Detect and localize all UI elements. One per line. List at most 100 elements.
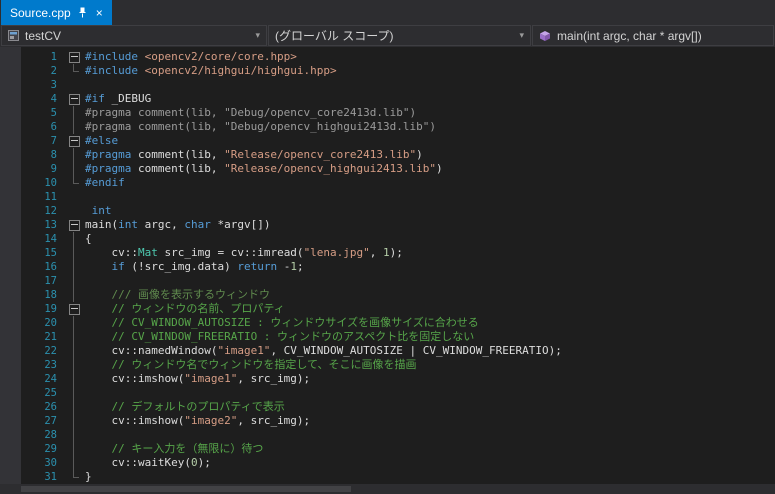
- code-text: // ウィンドウ名でウィンドウを指定して、そこに画像を描画: [85, 358, 417, 371]
- code-text: #else: [85, 134, 119, 147]
- close-icon[interactable]: ×: [94, 7, 105, 19]
- line-number: 6: [50, 121, 57, 133]
- fold-guide: [66, 400, 83, 414]
- code-text: // CV_WINDOW_FREERATIO : ウィンドウのアスペクト比を固定…: [85, 330, 475, 343]
- code-text: // CV_WINDOW_AUTOSIZE : ウィンドウサイズを画像サイズに合…: [85, 316, 479, 329]
- line-number: 30: [44, 457, 57, 469]
- line-number: 3: [50, 79, 57, 91]
- code-line-10[interactable]: 10 #endif: [21, 176, 775, 190]
- fold-guide: [66, 344, 83, 358]
- code-line-14[interactable]: 14 {: [21, 232, 775, 246]
- line-number: 14: [44, 233, 57, 245]
- code-line-28[interactable]: 28: [21, 428, 775, 442]
- pin-icon[interactable]: [78, 7, 87, 18]
- code-line-19[interactable]: 19 // ウィンドウの名前、プロパティ: [21, 302, 775, 316]
- code-line-3[interactable]: 3: [21, 78, 775, 92]
- code-line-12[interactable]: 12 int: [21, 204, 775, 218]
- code-line-22[interactable]: 22 cv::namedWindow("image1", CV_WINDOW_A…: [21, 344, 775, 358]
- code-line-5[interactable]: 5 #pragma comment(lib, "Debug/opencv_core…: [21, 106, 775, 120]
- scope-dropdown[interactable]: (グローバル スコープ) ▾: [268, 25, 531, 46]
- fold-guide: [66, 358, 83, 372]
- chevron-down-icon: ▾: [255, 30, 260, 40]
- fold-collapse-icon[interactable]: [66, 218, 83, 232]
- code-line-2[interactable]: 2 #include <opencv2/highgui/highgui.hpp>: [21, 64, 775, 78]
- code-text: cv::imshow("image2", src_img);: [85, 414, 311, 427]
- code-line-1[interactable]: 1 #include <opencv2/core/core.hpp>: [21, 50, 775, 64]
- code-line-13[interactable]: 13 main(int argc, char *argv[]): [21, 218, 775, 232]
- line-number: 31: [44, 471, 57, 483]
- fold-gutter: [66, 78, 83, 92]
- code-text: // デフォルトのプロパティで表示: [85, 400, 285, 413]
- scrollbar-thumb[interactable]: [21, 486, 351, 492]
- code-line-15[interactable]: 15 cv::Mat src_img = cv::imread("lena.jp…: [21, 246, 775, 260]
- line-number: 4: [50, 93, 57, 105]
- code-line-8[interactable]: 8 #pragma comment(lib, "Release/opencv_co…: [21, 148, 775, 162]
- line-number: 11: [44, 191, 57, 203]
- code-line-31[interactable]: 31}: [21, 470, 775, 484]
- line-number: 28: [44, 429, 57, 441]
- code-line-7[interactable]: 7 #else: [21, 134, 775, 148]
- horizontal-scrollbar[interactable]: [0, 484, 775, 494]
- cpp-project-icon: [8, 30, 19, 41]
- line-number: 23: [44, 359, 57, 371]
- project-dropdown[interactable]: testCV ▾: [1, 25, 267, 46]
- line-number: 20: [44, 317, 57, 329]
- code-line-6[interactable]: 6 #pragma comment(lib, "Debug/opencv_high…: [21, 120, 775, 134]
- code-line-25[interactable]: 25: [21, 386, 775, 400]
- tab-source-cpp[interactable]: Source.cpp ×: [1, 0, 112, 25]
- code-line-27[interactable]: 27 cv::imshow("image2", src_img);: [21, 414, 775, 428]
- fold-guide: [66, 442, 83, 456]
- fold-gutter: [66, 190, 83, 204]
- code-line-26[interactable]: 26 // デフォルトのプロパティで表示: [21, 400, 775, 414]
- code-text: #pragma comment(lib, "Release/opencv_hig…: [85, 162, 443, 175]
- line-number: 25: [44, 387, 57, 399]
- fold-collapse-icon[interactable]: [66, 302, 83, 316]
- method-icon: [539, 30, 551, 42]
- tab-strip: Source.cpp ×: [0, 0, 775, 25]
- code-line-20[interactable]: 20 // CV_WINDOW_AUTOSIZE : ウィンドウサイズを画像サイ…: [21, 316, 775, 330]
- code-line-11[interactable]: 11: [21, 190, 775, 204]
- fold-guide: [66, 120, 83, 134]
- fold-guide: [66, 316, 83, 330]
- code-text: #if _DEBUG: [85, 92, 152, 105]
- line-number: 19: [44, 303, 57, 315]
- fold-guide: [66, 274, 83, 288]
- code-text: // キー入力を（無限に）待つ: [85, 442, 264, 455]
- code-text: #endif: [85, 176, 125, 189]
- fold-collapse-icon[interactable]: [66, 92, 83, 106]
- line-number: 27: [44, 415, 57, 427]
- code-line-21[interactable]: 21 // CV_WINDOW_FREERATIO : ウィンドウのアスペクト比…: [21, 330, 775, 344]
- code-text: #pragma comment(lib, "Debug/opencv_highg…: [85, 120, 436, 133]
- code-line-16[interactable]: 16 if (!src_img.data) return -1;: [21, 260, 775, 274]
- code-line-4[interactable]: 4 #if _DEBUG: [21, 92, 775, 106]
- fold-guide: [66, 330, 83, 344]
- fold-guide: [66, 148, 83, 162]
- code-line-30[interactable]: 30 cv::waitKey(0);: [21, 456, 775, 470]
- code-line-24[interactable]: 24 cv::imshow("image1", src_img);: [21, 372, 775, 386]
- line-number: 24: [44, 373, 57, 385]
- code-text: cv::namedWindow("image1", CV_WINDOW_AUTO…: [85, 344, 562, 357]
- code-line-9[interactable]: 9 #pragma comment(lib, "Release/opencv_hi…: [21, 162, 775, 176]
- fold-guide: [66, 456, 83, 470]
- line-number: 29: [44, 443, 57, 455]
- code-line-17[interactable]: 17: [21, 274, 775, 288]
- line-number: 1: [50, 51, 57, 63]
- code-text: cv::imshow("image1", src_img);: [85, 372, 311, 385]
- fold-guide: [66, 106, 83, 120]
- fold-collapse-icon[interactable]: [66, 134, 83, 148]
- code-editor[interactable]: 1 #include <opencv2/core/core.hpp> 2 #inclu…: [0, 47, 775, 494]
- fold-guide: [66, 260, 83, 274]
- code-line-23[interactable]: 23 // ウィンドウ名でウィンドウを指定して、そこに画像を描画: [21, 358, 775, 372]
- line-number: 22: [44, 345, 57, 357]
- breakpoint-margin[interactable]: [0, 47, 21, 484]
- code-text: /// 画像を表示するウィンドウ: [85, 288, 270, 301]
- code-line-18[interactable]: 18 /// 画像を表示するウィンドウ: [21, 288, 775, 302]
- fold-guide: [66, 386, 83, 400]
- fold-collapse-icon[interactable]: [66, 50, 83, 64]
- code-line-29[interactable]: 29 // キー入力を（無限に）待つ: [21, 442, 775, 456]
- scope-dropdown-label: (グローバル スコープ): [275, 29, 394, 43]
- member-dropdown[interactable]: main(int argc, char * argv[]): [532, 25, 774, 46]
